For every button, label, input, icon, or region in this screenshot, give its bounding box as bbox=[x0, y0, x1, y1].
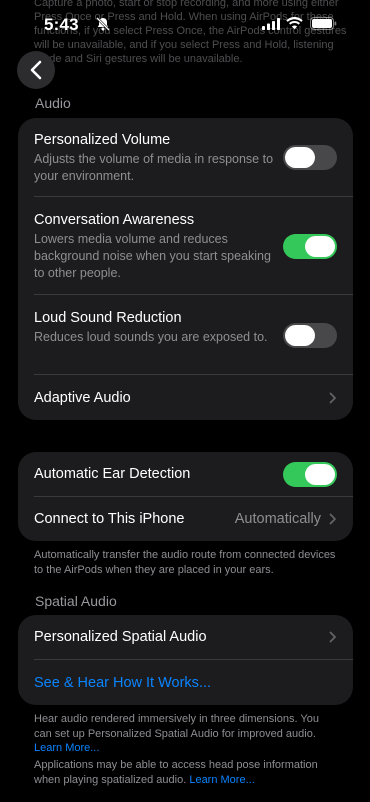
conversation-awareness-description: Lowers media volume and reduces backgrou… bbox=[34, 232, 271, 280]
row-conversation-awareness: Conversation Awareness Lowers media volu… bbox=[34, 197, 353, 295]
spatial-audio-footer: Hear audio rendered immersively in three… bbox=[34, 712, 339, 756]
spatial-audio-card: Personalized Spatial Audio See & Hear Ho… bbox=[18, 615, 353, 705]
row-loud-sound-reduction: Loud Sound Reduction Reduces loud sounds… bbox=[34, 295, 353, 375]
spatial-audio-section-header: Spatial Audio bbox=[35, 593, 117, 609]
battery-icon bbox=[310, 17, 337, 30]
chevron-right-icon bbox=[329, 392, 336, 404]
audio-section-header: Audio bbox=[35, 95, 71, 111]
cellular-signal-icon bbox=[262, 18, 280, 30]
automatic-ear-detection-toggle[interactable] bbox=[283, 462, 337, 487]
see-hear-link[interactable]: See & Hear How It Works... bbox=[34, 675, 211, 691]
row-see-hear: See & Hear How It Works... bbox=[34, 660, 353, 705]
row-personalized-volume: Personalized Volume Adjusts the volume o… bbox=[34, 118, 353, 197]
personalized-volume-description: Adjusts the volume of media in response … bbox=[34, 152, 274, 183]
personalized-volume-toggle[interactable] bbox=[283, 145, 337, 170]
row-adaptive-audio[interactable]: Adaptive Audio bbox=[34, 375, 353, 420]
ear-detection-card: Automatic Ear Detection Connect to This … bbox=[18, 452, 353, 541]
audio-card: Personalized Volume Adjusts the volume o… bbox=[18, 118, 353, 420]
back-button[interactable] bbox=[17, 51, 55, 89]
personalized-spatial-audio-label: Personalized Spatial Audio bbox=[34, 629, 207, 645]
head-pose-footer-text: Applications may be able to access head … bbox=[34, 759, 318, 786]
learn-more-link[interactable]: Learn More... bbox=[34, 742, 99, 754]
adaptive-audio-label: Adaptive Audio bbox=[34, 390, 131, 406]
row-connect-to-iphone[interactable]: Connect to This iPhone Automatically bbox=[34, 497, 353, 541]
row-automatic-ear-detection: Automatic Ear Detection bbox=[34, 452, 353, 497]
spatial-footer-text: Hear audio rendered immersively in three… bbox=[34, 713, 319, 740]
loud-sound-reduction-label: Loud Sound Reduction bbox=[34, 310, 182, 326]
loud-sound-reduction-description: Reduces loud sounds you are exposed to. bbox=[34, 330, 268, 344]
head-pose-footer: Applications may be able to access head … bbox=[34, 758, 339, 787]
status-time: 5:43 bbox=[44, 15, 79, 34]
loud-sound-reduction-toggle[interactable] bbox=[283, 323, 337, 348]
bell-slash-icon bbox=[96, 17, 110, 31]
ear-detection-footer: Automatically transfer the audio route f… bbox=[34, 549, 336, 576]
chevron-right-icon bbox=[329, 513, 336, 525]
learn-more-link-2[interactable]: Learn More... bbox=[189, 774, 254, 786]
personalized-volume-label: Personalized Volume bbox=[34, 132, 171, 148]
status-bar: 5:43 bbox=[0, 0, 370, 48]
wifi-icon bbox=[286, 17, 303, 30]
conversation-awareness-toggle[interactable] bbox=[283, 234, 337, 259]
conversation-awareness-label: Conversation Awareness bbox=[34, 212, 195, 228]
connect-to-iphone-label: Connect to This iPhone bbox=[34, 511, 185, 527]
chevron-left-icon bbox=[30, 60, 42, 80]
automatic-ear-detection-label: Automatic Ear Detection bbox=[34, 466, 191, 482]
chevron-right-icon bbox=[329, 631, 336, 643]
connect-to-iphone-value: Automatically bbox=[234, 511, 321, 527]
row-personalized-spatial-audio[interactable]: Personalized Spatial Audio bbox=[34, 615, 353, 660]
